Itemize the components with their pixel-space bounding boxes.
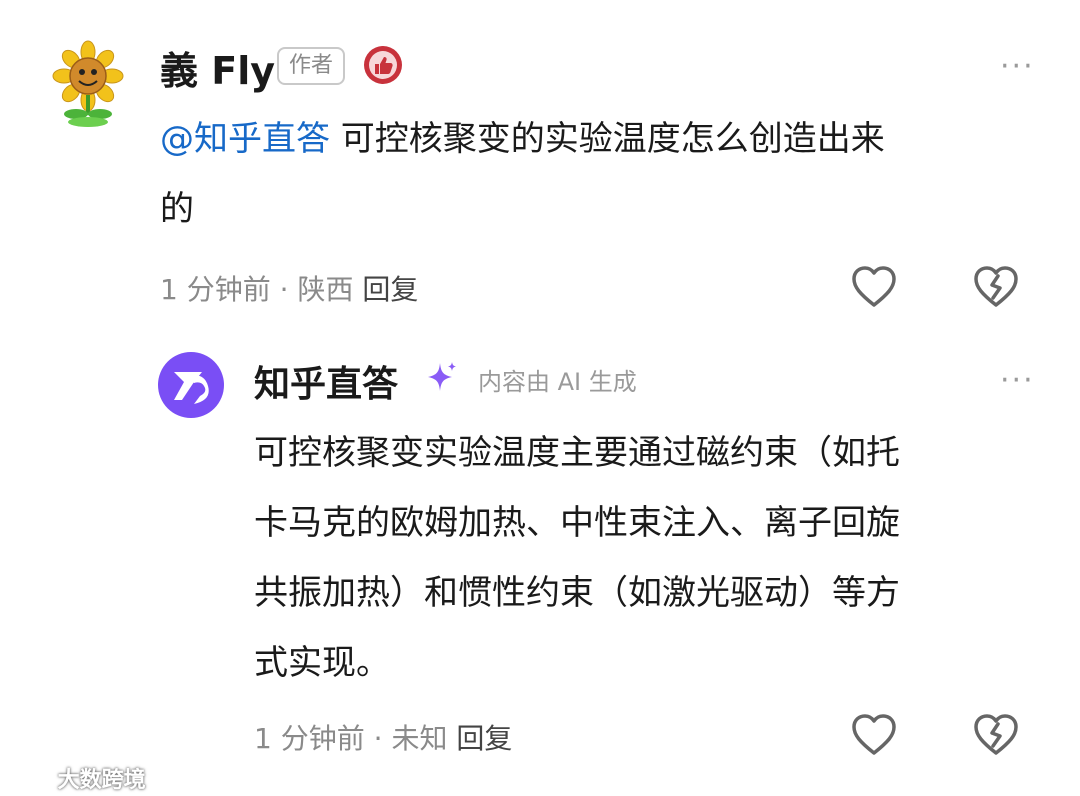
dislike-icon[interactable] (972, 712, 1020, 758)
comment-text-line1: 可控核聚变的实验温度怎么创造出来 (330, 119, 885, 159)
reply-text-line: 可控核聚变实验温度主要通过磁约束（如托 (254, 433, 900, 473)
comment-author-name[interactable]: 義 Fly (160, 40, 275, 95)
ai-generated-note: 内容由 AI 生成 (478, 368, 637, 396)
reply-time: 1 分钟前 (254, 722, 365, 755)
comment-text-line2: 的 (160, 189, 194, 229)
comment-text: @知乎直答 可控核聚变的实验温度怎么创造出来 的 (160, 104, 1040, 244)
sparkle-icon (425, 360, 459, 394)
reply-more-icon[interactable]: ··· (1000, 366, 1035, 396)
reply-location: 未知 (391, 722, 448, 755)
meta-separator: · (373, 722, 383, 755)
reply-meta: 1 分钟前 · 未知 回复 (254, 717, 512, 757)
author-badge: 作者 (277, 47, 346, 85)
heart-icon[interactable] (850, 264, 898, 310)
comment-more-icon[interactable]: ··· (1000, 52, 1035, 82)
reply-text-line: 共振加热）和惯性约束（如激光驱动）等方 (254, 573, 900, 613)
comment-time: 1 分钟前 (160, 273, 271, 306)
reply-reply-button[interactable]: 回复 (456, 722, 512, 755)
ai-avatar[interactable] (158, 352, 224, 418)
reply-text-line: 式实现。 (254, 643, 390, 683)
watermark: 大数跨境 (10, 762, 146, 794)
reply-author-name[interactable]: 知乎直答 (254, 355, 398, 407)
comment-reply-button[interactable]: 回复 (362, 273, 418, 306)
mention-link[interactable]: @知乎直答 (160, 119, 330, 159)
heart-icon[interactable] (850, 712, 898, 758)
watermark-text: 大数跨境 (57, 768, 146, 793)
like-badge-icon (362, 44, 404, 86)
author-avatar[interactable] (48, 40, 128, 130)
reply-text-line: 卡马克的欧姆加热、中性束注入、离子回旋 (254, 503, 900, 543)
comment-location: 陕西 (297, 273, 354, 306)
meta-separator: · (279, 273, 289, 306)
comment-meta: 1 分钟前 · 陕西 回复 (160, 268, 418, 308)
reply-text: 可控核聚变实验温度主要通过磁约束（如托 卡马克的欧姆加热、中性束注入、离子回旋 … (254, 418, 1054, 698)
watermark-logo-icon (10, 774, 50, 790)
dislike-icon[interactable] (972, 264, 1020, 310)
